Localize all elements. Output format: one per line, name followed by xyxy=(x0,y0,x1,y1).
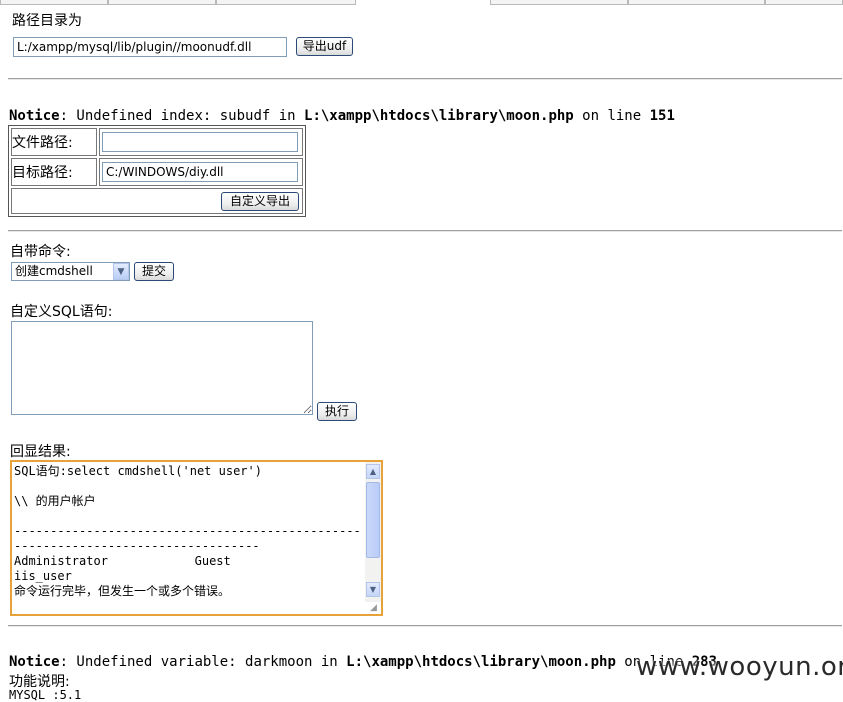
scroll-down-icon[interactable]: ▼ xyxy=(366,582,380,597)
php-notice: Notice: Undefined index: subudf in L:\xa… xyxy=(9,108,675,124)
result-textarea[interactable]: SQL语句:select cmdshell('net user') \\ 的用户… xyxy=(10,460,383,616)
file-path-label: 文件路径: xyxy=(11,128,97,156)
export-udf-button[interactable]: 导出udf xyxy=(296,37,353,56)
notice-text: : Undefined variable: darkmoon in xyxy=(59,654,347,670)
tab-remnant[interactable] xyxy=(216,0,356,5)
browser-tab-strip xyxy=(0,0,843,6)
notice-line: 151 xyxy=(649,108,675,124)
scroll-thumb[interactable] xyxy=(366,482,380,558)
divider xyxy=(8,78,842,80)
target-path-input[interactable] xyxy=(102,162,298,182)
custom-export-button[interactable]: 自定义导出 xyxy=(221,192,299,211)
divider xyxy=(8,625,842,627)
builtin-command-selected: 创建cmdshell xyxy=(15,264,93,278)
custom-sql-label: 自定义SQL语句: xyxy=(10,304,113,320)
watermark: www.wooyun.org xyxy=(636,652,843,682)
notice-text: : Undefined index: subudf in xyxy=(59,108,305,124)
tab-remnant[interactable] xyxy=(0,0,108,5)
tab-remnant[interactable] xyxy=(108,0,216,5)
notice-file: L:\xampp\htdocs\library\moon.php xyxy=(304,108,574,124)
udf-path-label: 路径目录为 xyxy=(12,13,82,29)
result-line: iis_user xyxy=(14,569,72,583)
notice-mid: on line xyxy=(573,108,650,124)
result-content: SQL语句:select cmdshell('net user') \\ 的用户… xyxy=(12,462,366,601)
result-scrollbar[interactable]: ▲ ▼ xyxy=(365,462,381,602)
tab-remnant[interactable] xyxy=(490,0,628,5)
mysql-version-line: MYSQL :5.1 xyxy=(9,688,82,702)
result-line: ----------------------------------------… xyxy=(14,524,361,553)
target-path-cell xyxy=(99,158,303,186)
target-path-label: 目标路径: xyxy=(11,158,97,186)
udf-path-input[interactable] xyxy=(13,37,287,57)
tab-remnant[interactable] xyxy=(628,0,765,5)
chevron-down-icon[interactable]: ▼ xyxy=(113,263,129,280)
tab-remnant[interactable] xyxy=(765,0,843,5)
notice-prefix: Notice xyxy=(9,108,60,124)
file-path-cell xyxy=(99,128,303,156)
result-line: Administrator Guest xyxy=(14,554,231,568)
custom-sql-textarea[interactable] xyxy=(11,321,313,415)
builtin-command-label: 自带命令: xyxy=(10,244,71,260)
file-path-input[interactable] xyxy=(102,132,298,152)
result-line: SQL语句:select cmdshell('net user') xyxy=(14,464,262,478)
builtin-command-select[interactable]: 创建cmdshell ▼ xyxy=(11,262,130,281)
resize-grip-icon[interactable]: ◢ xyxy=(370,603,380,613)
scroll-up-icon[interactable]: ▲ xyxy=(366,464,380,479)
result-line: 命令运行完毕，但发生一个或多个错误。 xyxy=(14,584,231,598)
php-notice: Notice: Undefined variable: darkmoon in … xyxy=(9,654,717,670)
notice-prefix: Notice xyxy=(9,654,60,670)
custom-export-table: 文件路径: 目标路径: 自定义导出 xyxy=(8,125,306,217)
execute-button[interactable]: 执行 xyxy=(317,402,357,421)
result-line: \\ 的用户帐户 xyxy=(14,494,96,508)
submit-button[interactable]: 提交 xyxy=(134,262,174,281)
divider xyxy=(8,230,842,232)
result-label: 回显结果: xyxy=(10,444,71,460)
notice-file: L:\xampp\htdocs\library\moon.php xyxy=(346,654,616,670)
custom-export-button-cell: 自定义导出 xyxy=(11,188,303,214)
